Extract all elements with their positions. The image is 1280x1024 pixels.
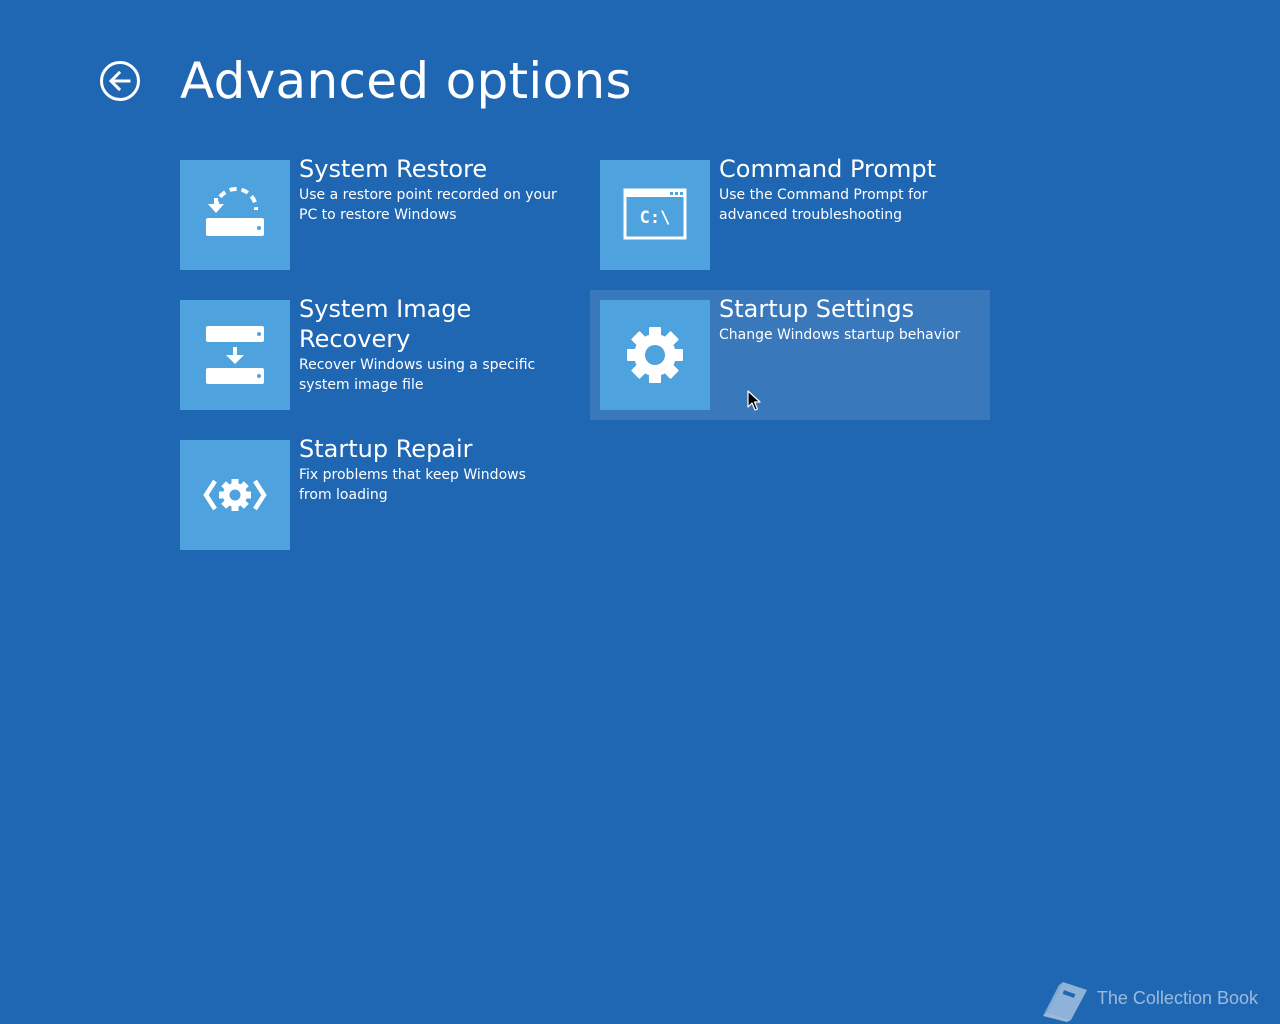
option-command-prompt[interactable]: C:\ Command Prompt Use the Command Promp… [590, 150, 990, 280]
option-description: Change Windows startup behavior [719, 327, 961, 343]
system-restore-icon [206, 186, 264, 236]
command-prompt-icon: C:\ [623, 188, 687, 240]
advanced-options-screen: Advanced options System Restore Use a re… [0, 0, 1280, 1024]
command-prompt-icon-text: C:\ [640, 208, 671, 228]
option-text: Startup Repair Fix problems that keep Wi… [299, 434, 561, 505]
watermark: The Collection Book [1037, 976, 1258, 1022]
option-description: Recover Windows using a specific system … [299, 357, 536, 393]
back-arrow-circle-icon [100, 61, 140, 101]
option-system-image-recovery[interactable]: System Image Recovery Recover Windows us… [170, 290, 570, 420]
system-image-recovery-icon [206, 326, 264, 384]
option-title: System Image Recovery [299, 295, 472, 353]
option-tile [180, 440, 290, 550]
page-title: Advanced options [180, 52, 632, 110]
option-tile: C:\ [600, 160, 710, 270]
option-text: System Restore Use a restore point recor… [299, 154, 561, 225]
option-description: Use a restore point recorded on your PC … [299, 187, 557, 223]
option-text: Command Prompt Use the Command Prompt fo… [719, 154, 981, 225]
option-description: Fix problems that keep Windows from load… [299, 467, 526, 503]
watermark-text: The Collection Book [1096, 987, 1258, 1008]
option-startup-settings[interactable]: Startup Settings Change Windows startup … [590, 290, 990, 420]
option-startup-repair[interactable]: Startup Repair Fix problems that keep Wi… [170, 430, 570, 560]
gear-icon [627, 327, 683, 383]
option-title: Command Prompt [719, 155, 937, 183]
option-tile [600, 300, 710, 410]
mouse-cursor-icon [747, 390, 761, 411]
option-description: Use the Command Prompt for advanced trou… [719, 187, 928, 223]
option-system-restore[interactable]: System Restore Use a restore point recor… [170, 150, 570, 280]
option-title: Startup Settings [719, 295, 915, 323]
option-tile [180, 300, 290, 410]
option-text: Startup Settings Change Windows startup … [719, 294, 981, 345]
option-title: System Restore [299, 155, 488, 183]
startup-repair-icon [203, 479, 267, 511]
option-title: Startup Repair [299, 435, 473, 463]
option-text: System Image Recovery Recover Windows us… [299, 294, 561, 395]
back-button[interactable] [99, 60, 141, 102]
option-tile [180, 160, 290, 270]
book-icon [1042, 982, 1087, 1022]
